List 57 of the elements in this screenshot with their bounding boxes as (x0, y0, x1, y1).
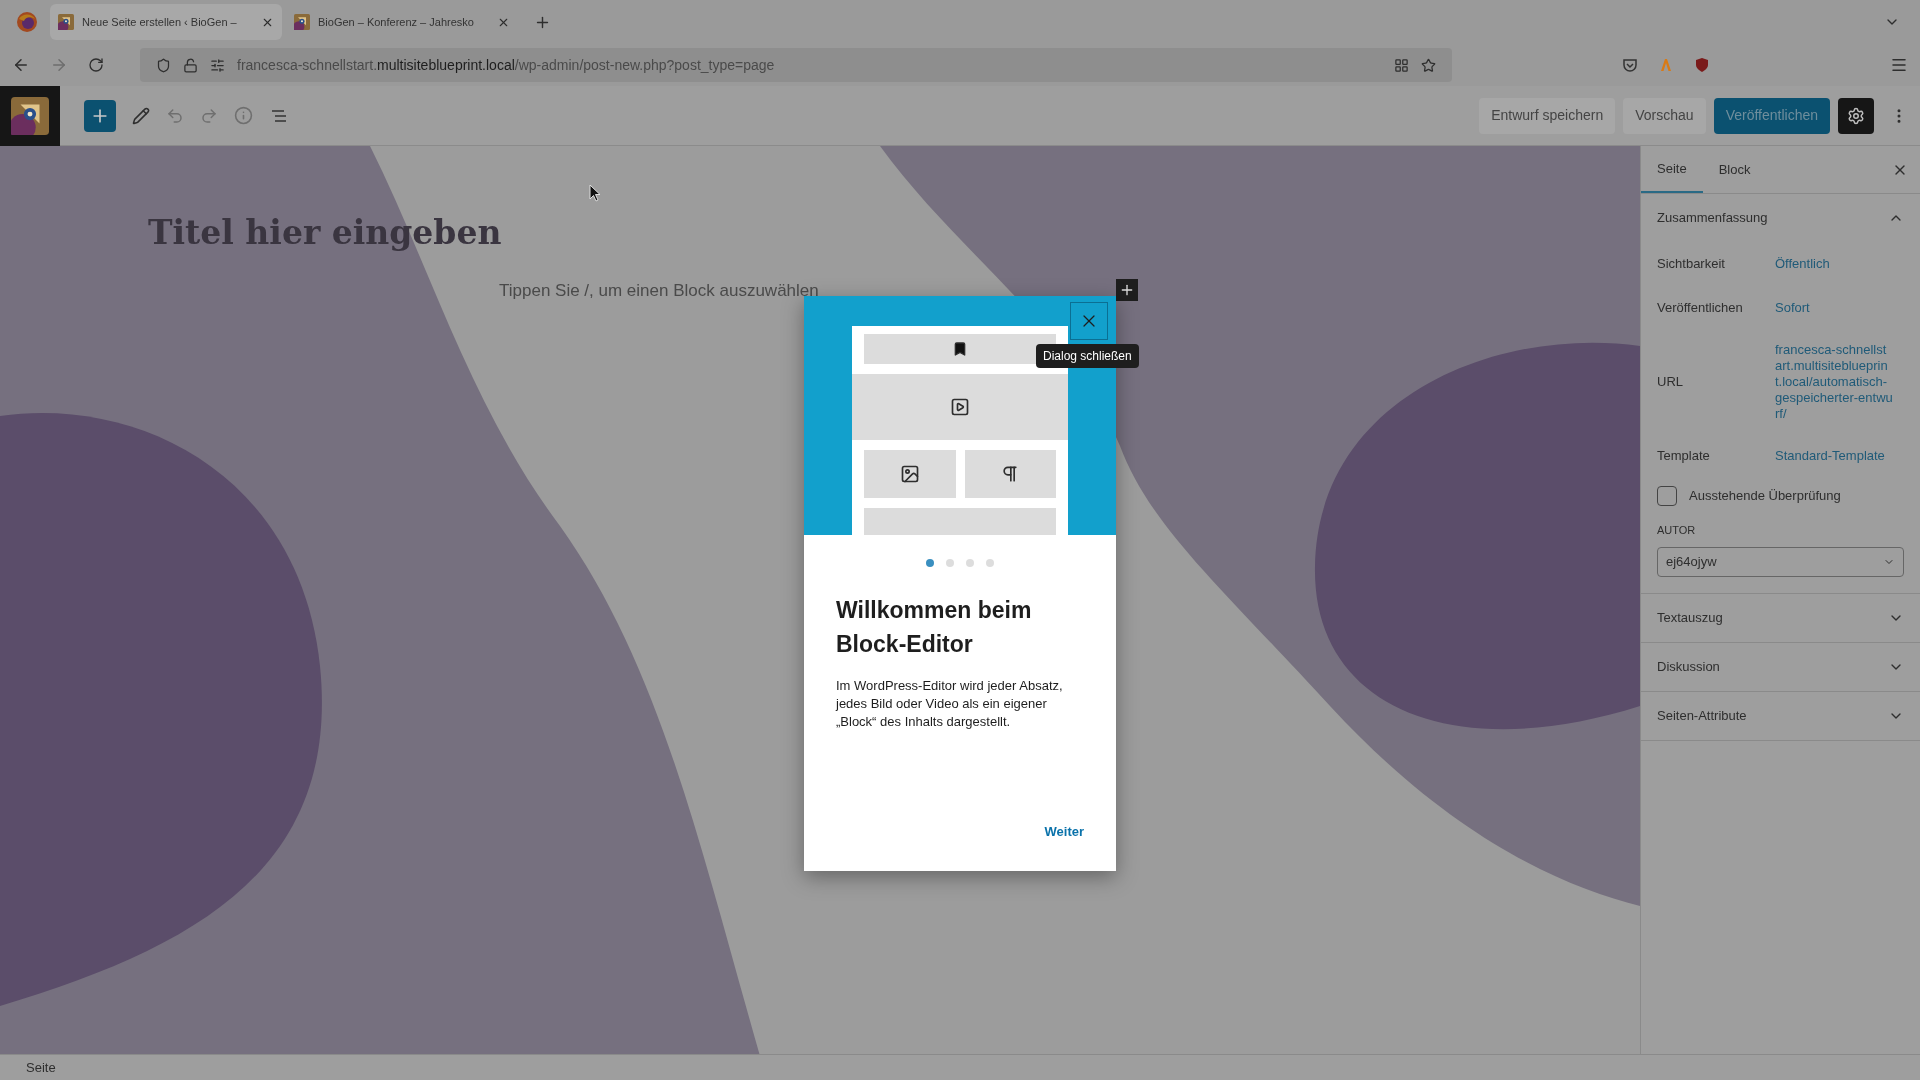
image-icon (899, 463, 920, 484)
shield-extension-icon[interactable] (1694, 57, 1710, 73)
dialog-text: Im WordPress-Editor wird jeder Absatz, jedes Bild oder Video als ein eigener „Block“ des Inhalts dargestellt. (836, 677, 1064, 731)
pencil-icon[interactable] (132, 106, 150, 125)
author-label: AUTOR (1657, 523, 1696, 538)
site-logo-button[interactable] (0, 85, 60, 146)
pocket-icon[interactable] (1622, 57, 1638, 73)
menu-icon[interactable] (1890, 56, 1908, 74)
back-icon[interactable] (12, 56, 30, 74)
summary-panel-header[interactable]: Zusammenfassung (1657, 194, 1904, 242)
sidebar-tab[interactable]: Block (1702, 146, 1767, 193)
field-link[interactable]: Öffentlich (1775, 256, 1893, 272)
site-logo-icon (294, 14, 310, 30)
tab-title: Neue Seite erstellen ‹ BioGen – (82, 14, 238, 30)
address-bar[interactable]: francesca-schnellstart.multisiteblueprint.local/wp-admin/post-new.php?post_type=page (140, 48, 1452, 82)
field-link[interactable]: Sofort (1775, 300, 1893, 316)
browser-logo-icon[interactable] (16, 11, 38, 33)
panel-header[interactable]: Textauszug (1641, 593, 1920, 643)
reload-icon[interactable] (88, 57, 104, 73)
panel-header[interactable]: Seiten-Attribute (1641, 691, 1920, 741)
checkbox-label: Ausstehende Überprüfung (1689, 487, 1841, 506)
sidebar-tab[interactable]: Seite (1641, 146, 1703, 193)
field-label: Veröffentlichen (1657, 299, 1744, 318)
tooltip: Dialog schließen (1036, 344, 1139, 368)
field-label: Sichtbarkeit (1657, 255, 1726, 274)
settings-button[interactable] (1838, 97, 1874, 134)
block-inserter-button[interactable] (1116, 279, 1138, 301)
field-link[interactable]: Standard-Template (1775, 448, 1893, 464)
dialog-title: Willkommen beim Block-Editor (836, 596, 1033, 659)
panel-header[interactable]: Diskussion (1641, 642, 1920, 692)
checkbox[interactable] (1657, 486, 1677, 506)
grid-icon[interactable] (1394, 57, 1409, 73)
preview-button[interactable]: Vorschau (1623, 97, 1706, 134)
next-button[interactable]: Weiter (1044, 821, 1084, 841)
block-placeholder[interactable]: Tippen Sie /, um einen Block auszuwählen (499, 277, 819, 303)
field-label: Template (1657, 447, 1711, 466)
author-select[interactable]: ej64ojyw (1657, 546, 1904, 577)
permissions-icon[interactable] (210, 57, 225, 73)
bookmark-star-icon[interactable] (1421, 57, 1436, 73)
field-label: URL (1657, 373, 1684, 392)
url-text: francesca-schnellstart.multisiteblueprint.local/wp-admin/post-new.php?post_type=page (237, 55, 775, 75)
browser-tab[interactable]: BioGen – Konferenz – Jahresko (286, 4, 518, 40)
cursor-icon (589, 184, 601, 202)
site-logo-icon (58, 14, 74, 30)
save-draft-button[interactable]: Entwurf speichern (1479, 97, 1616, 134)
status-bar-text: Seite (26, 1058, 56, 1077)
video-icon (950, 396, 970, 417)
browser-tab[interactable]: Neue Seite erstellen ‹ BioGen – (50, 4, 282, 40)
bookmark-icon (952, 341, 968, 358)
settings-icon (1847, 106, 1865, 125)
plus-icon (1119, 282, 1135, 298)
field-link[interactable]: francesca-schnellstart.multisiteblueprint.local/automatisch-gespeicherter-entwurf/ (1775, 342, 1893, 422)
lock-icon[interactable] (183, 57, 198, 73)
site-logo-icon (11, 96, 49, 135)
add-block-button[interactable] (84, 99, 116, 132)
tab-title: BioGen – Konferenz – Jahresko (318, 14, 475, 30)
shield-icon[interactable] (156, 57, 171, 73)
